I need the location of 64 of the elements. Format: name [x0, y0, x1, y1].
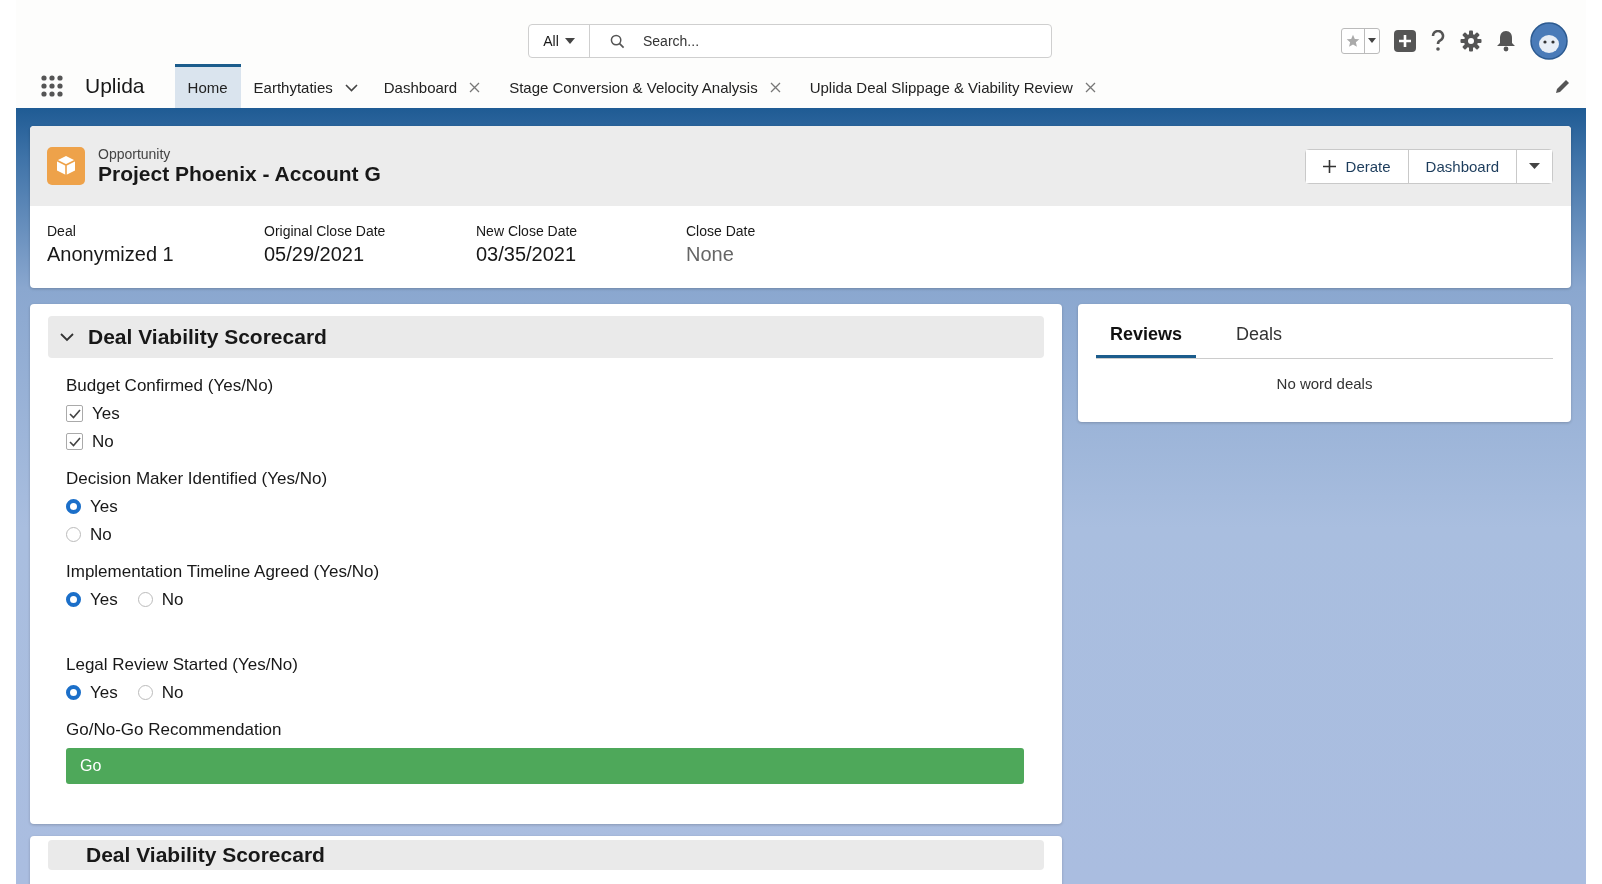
field-label: New Close Date — [476, 223, 579, 239]
nav-tab[interactable]: Home — [174, 64, 241, 108]
option-label: Yes — [92, 403, 120, 424]
caret-icon — [1368, 38, 1376, 44]
caret-icon — [564, 38, 575, 44]
action-button[interactable]: Derate — [1305, 149, 1409, 183]
nav-tab[interactable]: Stage Conversion & Velocity Analysis — [496, 64, 797, 108]
radio-button[interactable] — [137, 685, 153, 700]
help-icon[interactable] — [1430, 30, 1446, 52]
option-label: Yes — [90, 496, 118, 517]
recommendation-bar: Go — [66, 748, 1024, 784]
star-icon — [1346, 34, 1360, 48]
radio-button[interactable] — [66, 499, 81, 514]
scope-dropdown[interactable]: All — [529, 25, 590, 57]
question-label: Go/No-Go Recommendation — [66, 720, 283, 740]
question-label: Budget Confirmed (Yes/No) — [66, 376, 275, 396]
search-icon — [610, 33, 625, 49]
option-label: Yes — [90, 589, 118, 610]
add-icon[interactable] — [1394, 30, 1416, 52]
record-title: Project Phoenix - Account G — [98, 162, 381, 186]
option-label: No — [92, 431, 114, 452]
plus-icon — [1322, 159, 1336, 173]
close-icon[interactable] — [469, 82, 481, 93]
nav-tab[interactable]: Dashboard — [370, 64, 497, 108]
nav-tab[interactable]: Uplida Deal Slippage & Viability Review — [796, 64, 1112, 108]
field-value: Anonymized 1 — [47, 243, 175, 266]
field-label: Original Close Date — [264, 223, 387, 239]
field-value: 05/29/2021 — [264, 243, 366, 266]
notification-bell-icon[interactable] — [1496, 30, 1516, 52]
question-label: Decision Maker Identified (Yes/No) — [66, 469, 329, 489]
box-icon — [47, 147, 85, 185]
option-label: No — [161, 589, 184, 610]
radio-button[interactable] — [137, 592, 153, 607]
section-header[interactable]: Deal Viability Scorecard — [48, 840, 1044, 870]
field-label: Deal — [47, 223, 77, 239]
radio-button[interactable] — [66, 685, 81, 700]
radio-button[interactable] — [66, 592, 81, 607]
close-icon[interactable] — [769, 82, 781, 93]
caret-icon — [1529, 162, 1540, 170]
chevron-down-icon[interactable] — [344, 83, 358, 92]
option-label: No — [161, 682, 184, 703]
question-label: Implementation Timeline Agreed (Yes/No) — [66, 562, 381, 582]
checkbox[interactable] — [66, 433, 83, 450]
field-value: 03/35/2021 — [476, 243, 578, 266]
nav-tab[interactable]: Earthytaties — [240, 64, 371, 108]
object-type: Opportunity — [98, 146, 172, 162]
checkbox[interactable] — [66, 405, 83, 422]
field-label: Close Date — [686, 223, 756, 239]
avatar-icon[interactable] — [1530, 22, 1568, 60]
tab[interactable]: Deals — [1222, 318, 1297, 358]
option-label: No — [90, 524, 112, 545]
option-label: Yes — [90, 682, 118, 703]
edit-icon[interactable] — [1554, 77, 1572, 95]
settings-icon[interactable] — [1460, 30, 1482, 52]
tab[interactable]: Reviews — [1096, 318, 1197, 358]
empty-message: No word deals — [1275, 375, 1374, 392]
app-launcher-icon[interactable] — [41, 75, 63, 97]
field-value: None — [686, 243, 735, 266]
search-field[interactable]: All Search... — [528, 24, 1052, 58]
app-name: Uplida — [85, 74, 145, 98]
question-label: Legal Review Started (Yes/No) — [66, 655, 299, 675]
radio-button[interactable] — [66, 527, 81, 542]
close-icon[interactable] — [1084, 82, 1096, 93]
section-header[interactable]: Deal Viability Scorecard — [48, 316, 1044, 358]
